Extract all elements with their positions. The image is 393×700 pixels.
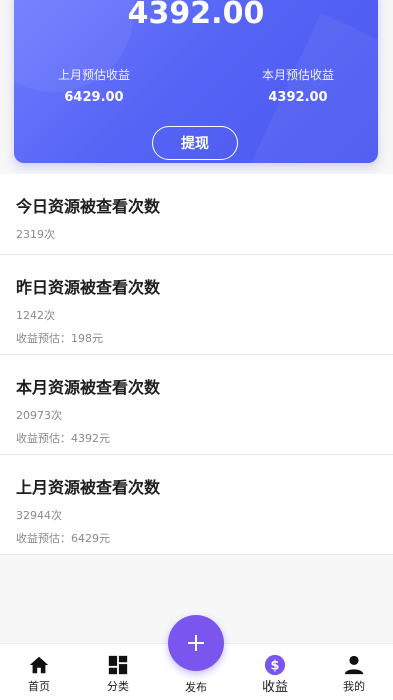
nav-item-mine[interactable]: 我的 xyxy=(315,644,393,700)
list-item: 昨日资源被查看次数 1242次 收益预估：198元 xyxy=(0,255,393,355)
this-month-value: 4392.00 xyxy=(268,90,328,105)
stat-income: 收益预估：6429元 xyxy=(16,532,110,545)
this-month-stat: 本月预估收益 4392.00 xyxy=(218,66,378,105)
stat-title: 上月资源被查看次数 xyxy=(16,478,161,497)
this-month-label: 本月预估收益 xyxy=(261,68,334,82)
dollar-icon: $ xyxy=(264,654,286,676)
stat-title: 本月资源被查看次数 xyxy=(16,378,161,397)
nav-item-category[interactable]: 分类 xyxy=(79,644,157,700)
withdraw-button[interactable]: 提现 xyxy=(152,126,238,160)
user-icon xyxy=(344,655,364,675)
last-month-value: 6429.00 xyxy=(64,90,124,105)
stat-title: 昨日资源被查看次数 xyxy=(16,278,161,297)
last-month-label: 上月预估收益 xyxy=(57,68,130,82)
nav-item-home[interactable]: 首页 xyxy=(0,644,78,700)
stat-count: 1242次 xyxy=(16,309,55,322)
stat-count: 20973次 xyxy=(16,409,62,422)
nav-label-mine: 我的 xyxy=(343,680,365,693)
stats-list: 今日资源被查看次数 2319次 昨日资源被查看次数 1242次 收益预估：198… xyxy=(0,174,393,555)
nav-label-home: 首页 xyxy=(28,680,50,693)
grid-icon xyxy=(108,655,128,675)
stat-count: 2319次 xyxy=(16,228,55,241)
list-item: 上月资源被查看次数 32944次 收益预估：6429元 xyxy=(0,455,393,555)
list-item: 本月资源被查看次数 20973次 收益预估：4392元 xyxy=(0,355,393,455)
publish-button[interactable] xyxy=(168,615,224,671)
home-icon xyxy=(29,656,49,674)
nav-label-category: 分类 xyxy=(107,680,129,693)
nav-label-income: 收益 xyxy=(261,680,288,695)
total-earnings: 4392.00 xyxy=(127,0,265,31)
earnings-card: 4392.00 上月预估收益 6429.00 本月预估收益 4392.00 提现 xyxy=(14,0,378,163)
nav-item-income[interactable]: $ 收益 xyxy=(236,644,314,700)
plus-icon xyxy=(188,635,204,651)
last-month-stat: 上月预估收益 6429.00 xyxy=(14,66,174,105)
stat-income: 收益预估：198元 xyxy=(16,332,103,345)
stat-count: 32944次 xyxy=(16,509,62,522)
svg-text:$: $ xyxy=(271,659,280,674)
list-item: 今日资源被查看次数 2319次 xyxy=(0,174,393,255)
stat-title: 今日资源被查看次数 xyxy=(16,197,161,216)
stat-income: 收益预估：4392元 xyxy=(16,432,110,445)
nav-label-publish: 发布 xyxy=(185,681,207,694)
